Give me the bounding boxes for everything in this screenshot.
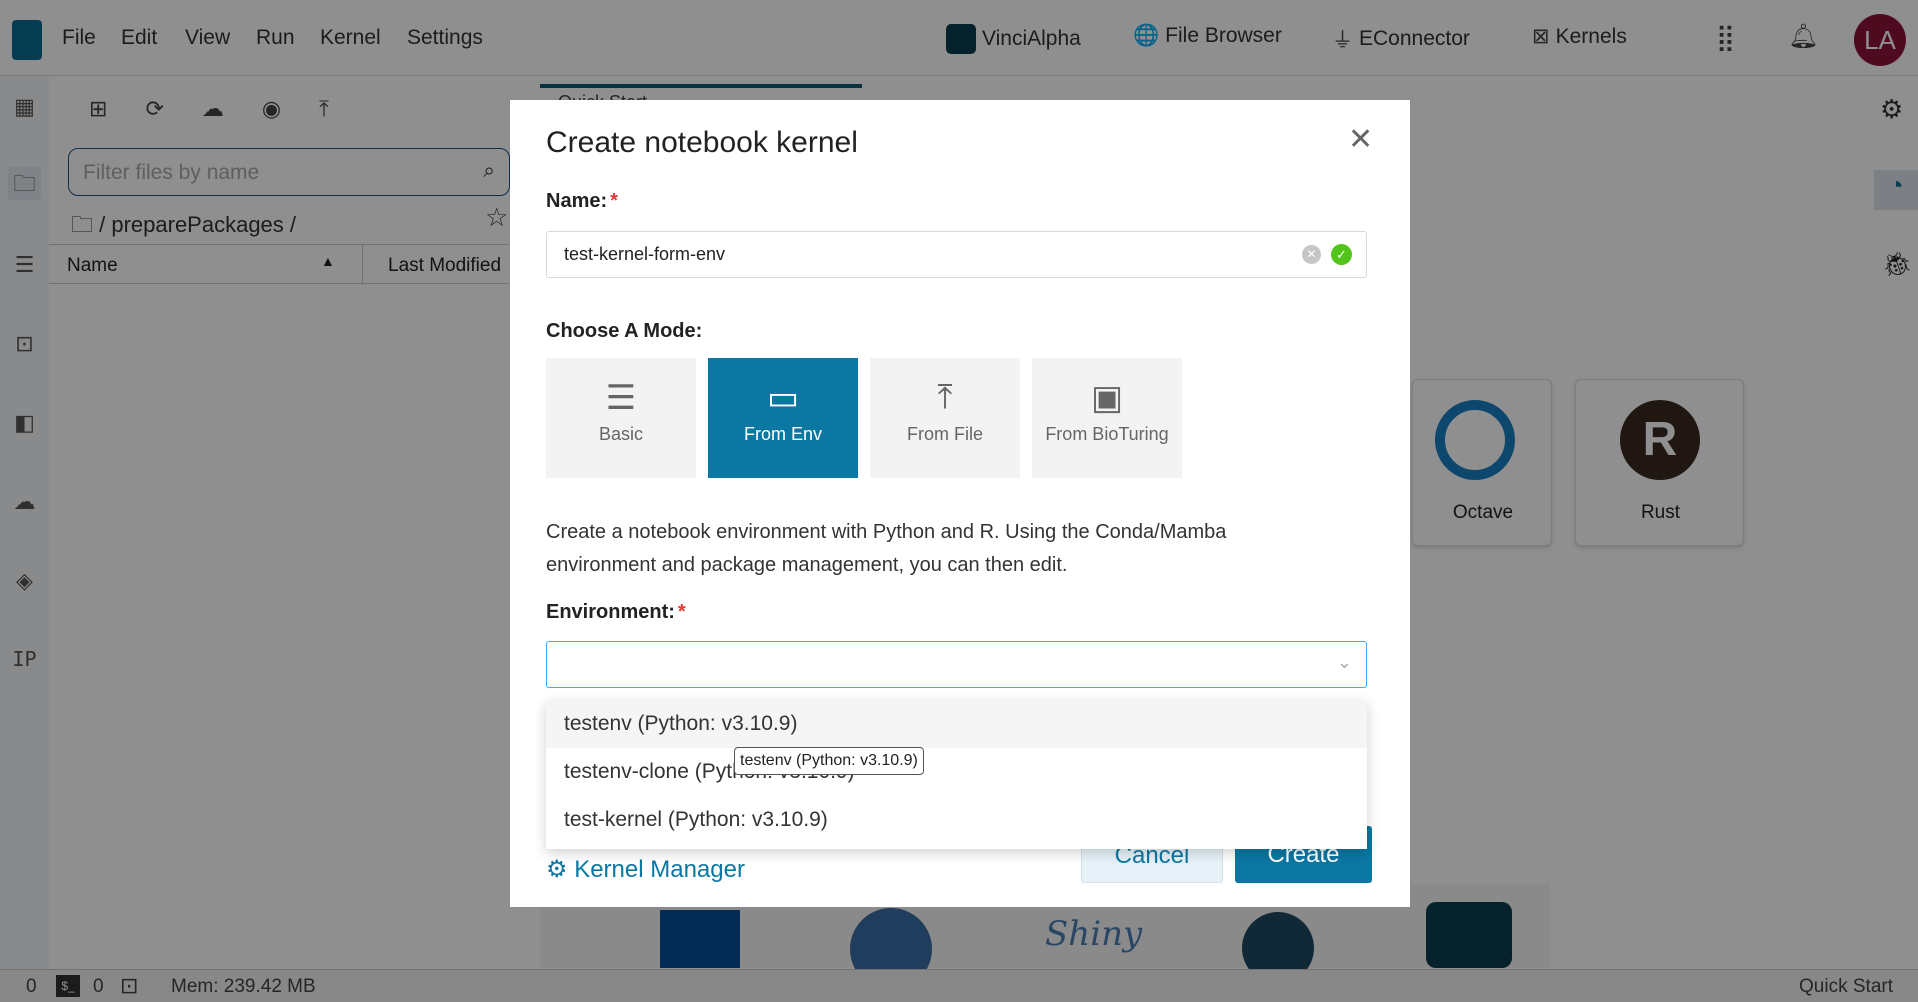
- upload-icon: ⤒: [937, 378, 953, 416]
- dialog-title: Create notebook kernel: [546, 126, 858, 159]
- wallet-icon: ▣: [1090, 379, 1124, 417]
- mode-label-text: Basic: [598, 424, 643, 444]
- tooltip: testenv (Python: v3.10.9): [734, 747, 924, 775]
- name-label: Name: *: [546, 190, 618, 212]
- mode-label-text: From Env: [743, 424, 822, 444]
- environment-dropdown: testenv (Python: v3.10.9) testenv-clone …: [546, 700, 1367, 849]
- name-value: test-kernel-form-env: [564, 244, 726, 264]
- environment-select[interactable]: ⌄: [546, 641, 1367, 688]
- dropdown-option[interactable]: testenv (Python: v3.10.9): [546, 700, 1367, 748]
- create-kernel-dialog: Create notebook kernel ✕ Name: * test-ker…: [510, 100, 1410, 907]
- dropdown-option[interactable]: test-kernel (Python: v3.10.9): [546, 796, 1367, 844]
- mode-from-file[interactable]: ⤒ From File: [870, 358, 1020, 478]
- close-icon[interactable]: ✕: [1348, 122, 1373, 157]
- mode-from-bioturing[interactable]: ▣ From BioTuring: [1032, 358, 1182, 478]
- clear-icon[interactable]: ✕: [1302, 245, 1321, 264]
- mode-description: Create a notebook environment with Pytho…: [546, 521, 1227, 576]
- dropdown-option[interactable]: testenv-clone (Python: v3.10.9): [546, 748, 1367, 796]
- name-input[interactable]: test-kernel-form-env ✕ ✓: [546, 231, 1367, 278]
- valid-check-icon: ✓: [1331, 244, 1352, 265]
- list-icon: ☰: [605, 379, 637, 417]
- environment-label: Environment: *: [546, 601, 686, 623]
- mode-label-text: From File: [907, 424, 983, 444]
- mode-basic[interactable]: ☰ Basic: [546, 358, 696, 478]
- window-icon: ▭: [766, 379, 800, 417]
- chevron-down-icon: ⌄: [1336, 652, 1352, 672]
- mode-label-text: From BioTuring: [1045, 424, 1169, 444]
- mode-from-env[interactable]: ▭ From Env: [708, 358, 858, 478]
- gear-icon: ⚙: [546, 856, 568, 883]
- kernel-manager-link[interactable]: ⚙ Kernel Manager: [546, 855, 745, 884]
- mode-label: Choose A Mode:: [546, 320, 703, 342]
